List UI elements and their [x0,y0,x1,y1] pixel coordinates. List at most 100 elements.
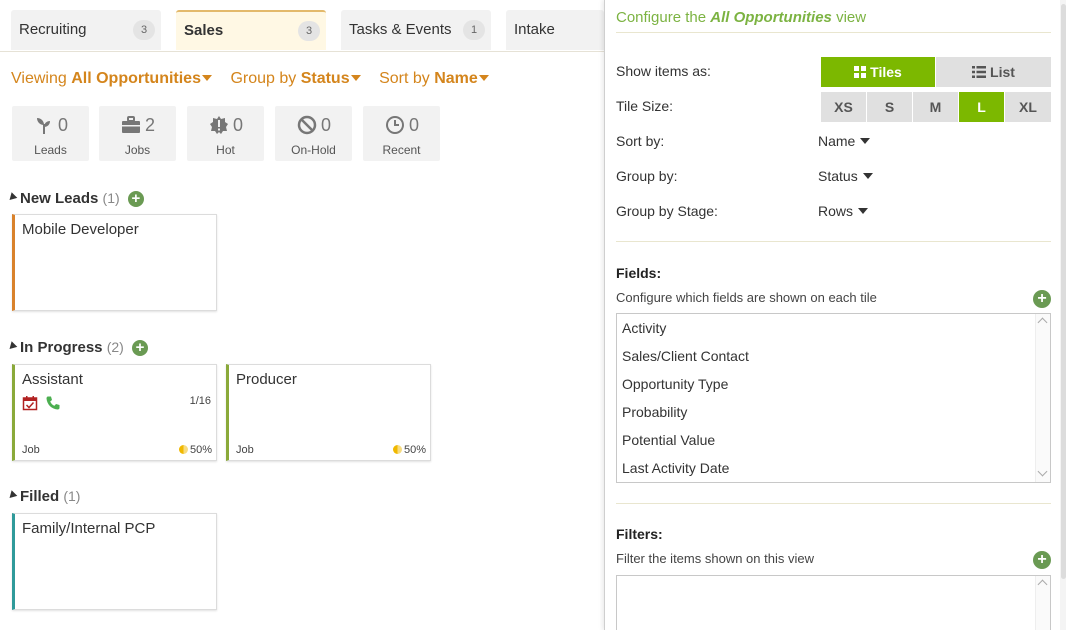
add-icon[interactable]: + [132,340,148,356]
tab-sales[interactable]: Sales 3 [176,10,326,50]
opportunity-tile[interactable]: Assistant 1/16 Job 50% [12,364,217,461]
opportunity-tile[interactable]: Mobile Developer [12,214,217,311]
filters-scrollbar[interactable] [1035,576,1050,630]
list-item[interactable]: Potential Value [622,432,715,448]
group-title: Filled [20,488,60,505]
counter-label: Hot [216,143,235,157]
tile-size-label: Tile Size: [616,98,674,114]
view-options-bar: Viewing All Opportunities Group by Statu… [11,70,489,88]
group-by-label: Group by [230,70,297,87]
grid-icon [854,66,867,78]
sort-by-value: Name [818,133,856,149]
fields-scrollbar[interactable] [1035,314,1050,482]
tab-label: Sales [184,22,224,39]
group-by-selector[interactable]: Group by Status [230,70,361,88]
tile-title: Family/Internal PCP [22,520,156,537]
phone-icon[interactable] [45,395,61,411]
probability-value: 50% [403,444,426,456]
counter-label: On-Hold [291,143,336,157]
scroll-up-icon[interactable] [1037,579,1048,590]
tiles-view-label: Tiles [870,64,902,80]
add-field-icon[interactable]: + [1033,290,1051,308]
add-filter-icon[interactable]: + [1033,551,1051,569]
list-item[interactable]: Activity [622,320,666,336]
scroll-up-icon[interactable] [1037,317,1048,328]
collapse-triangle-icon[interactable] [6,192,18,203]
scrollbar-thumb[interactable] [1061,4,1066,579]
tile-size-s-button[interactable]: S [867,92,912,122]
counter-hot[interactable]: 0 Hot [187,106,264,161]
group-by-value: Status [300,70,350,87]
scroll-down-icon[interactable] [1037,466,1048,477]
chevron-down-icon [350,74,361,81]
tab-count-badge: 3 [133,20,155,40]
group-by-stage-dropdown[interactable]: Rows [818,203,869,219]
group-count: (1) [102,190,120,206]
calendar-check-icon[interactable] [22,395,38,411]
probability-half-icon [178,445,188,454]
filters-title: Filters: [616,526,663,542]
list-item[interactable]: Probability [622,404,687,420]
tab-count-badge: 3 [298,21,320,41]
chevron-down-icon [201,74,212,81]
sort-by-label: Sort by [379,70,430,87]
filters-list[interactable] [616,575,1051,630]
divider [616,32,1051,33]
counter-on-hold[interactable]: 0 On-Hold [275,106,352,161]
counter-leads[interactable]: 0 Leads [12,106,89,161]
panel-scrollbar[interactable] [1060,0,1066,630]
divider [616,241,1051,242]
group-by-value: Status [818,168,858,184]
group-header-new-leads[interactable]: New Leads (1) + [6,190,144,207]
group-by-stage-value: Rows [818,203,854,219]
group-header-filled[interactable]: Filled (1) [6,488,81,505]
group-count: (1) [63,488,81,504]
fields-title: Fields: [616,265,662,281]
tile-title: Producer [236,371,297,388]
tab-intake[interactable]: Intake [506,10,604,50]
tile-size-xs-button[interactable]: XS [821,92,866,122]
tile-type: Job [236,444,254,456]
counter-value: 0 [58,115,69,135]
viewing-selector[interactable]: Viewing All Opportunities [11,70,212,88]
collapse-triangle-icon[interactable] [6,341,18,352]
counter-jobs[interactable]: 2 Jobs [99,106,176,161]
counter-value: 0 [409,115,420,135]
list-view-button[interactable]: List [936,57,1051,87]
tile-size-m-button[interactable]: M [913,92,958,122]
tile-size-xl-button[interactable]: XL [1005,92,1051,122]
group-header-in-progress[interactable]: In Progress (2) + [6,339,148,356]
probability-half-icon [392,445,402,454]
tab-tasks-events[interactable]: Tasks & Events 1 [341,10,491,50]
panel-title-view-name: All Opportunities [710,9,832,26]
sprout-icon [37,118,50,134]
viewing-label: Viewing [11,70,67,87]
sort-by-selector[interactable]: Sort by Name [379,70,489,88]
hot-badge-icon [210,116,228,134]
list-item[interactable]: Opportunity Type [622,376,728,392]
list-item[interactable]: Sales/Client Contact [622,348,749,364]
chevron-down-icon [478,74,489,81]
collapse-triangle-icon[interactable] [6,490,18,501]
counter-value: 2 [145,115,156,135]
tab-label: Intake [514,21,555,38]
add-icon[interactable]: + [127,191,144,207]
opportunity-tile[interactable]: Family/Internal PCP [12,513,217,610]
tab-recruiting[interactable]: Recruiting 3 [11,10,161,50]
group-by-dropdown[interactable]: Status [818,168,873,184]
fields-list[interactable]: Activity Sales/Client Contact Opportunit… [616,313,1051,483]
tile-size-l-button[interactable]: L [959,92,1004,122]
counter-recent[interactable]: 0 Recent [363,106,440,161]
tiles-view-button[interactable]: Tiles [821,57,935,87]
opportunity-tile[interactable]: Producer Job 50% [226,364,431,461]
chevron-down-icon [860,138,871,145]
probability-value: 50% [189,444,212,456]
list-icon [972,66,987,78]
clock-icon [386,116,404,134]
chevron-down-icon [862,173,873,180]
sort-by-dropdown[interactable]: Name [818,133,871,149]
configure-view-panel: Configure the All Opportunities view Sho… [604,0,1066,630]
tile-probability: 50% [178,444,212,456]
sort-by-label: Sort by: [616,133,665,149]
list-item[interactable]: Last Activity Date [622,460,729,476]
